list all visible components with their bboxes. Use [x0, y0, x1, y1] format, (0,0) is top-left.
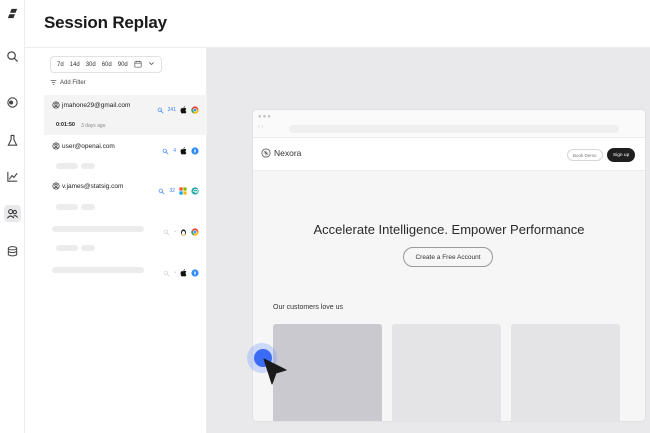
- session-meta: 241: [157, 101, 199, 119]
- search-icon[interactable]: [4, 48, 21, 65]
- session-row[interactable]: v.james@statsig.com 32: [44, 177, 207, 217]
- replay-browser-frame: ●●● ‹ › Nexora Book Demo Sign up Acceler…: [253, 110, 645, 421]
- click-events-icon: [162, 148, 169, 155]
- page-title: Session Replay: [44, 13, 167, 32]
- placeholder-bar: [56, 163, 78, 169]
- safari-icon: [191, 142, 199, 160]
- date-option-7d[interactable]: 7d: [54, 62, 67, 68]
- click-events-icon: [157, 107, 164, 114]
- database-icon[interactable]: [4, 243, 21, 260]
- session-list-panel: 7d 14d 30d 60d 90d Add Filter jmahone29@…: [44, 48, 207, 433]
- add-filter-button[interactable]: Add Filter: [50, 79, 86, 86]
- chrome-icon: [191, 223, 199, 241]
- user-icon: [52, 142, 60, 150]
- site-brand: Nexora: [261, 148, 301, 158]
- customer-card: [392, 324, 501, 421]
- placeholder-bar: [81, 245, 95, 251]
- linux-icon: [180, 223, 187, 241]
- click-events-icon: [163, 229, 170, 236]
- date-range-selector: 7d 14d 30d 60d 90d: [50, 56, 162, 73]
- date-option-60d[interactable]: 60d: [99, 62, 115, 68]
- url-bar: [289, 125, 619, 133]
- session-user: v.james@statsig.com: [52, 182, 123, 190]
- placeholder-bar: [56, 204, 78, 210]
- windows-icon: [179, 182, 187, 200]
- session-meta: 4: [162, 142, 199, 160]
- placeholder-bar: [52, 226, 144, 232]
- session-user-email: jmahone29@gmail.com: [62, 101, 131, 109]
- flask-icon[interactable]: [4, 132, 21, 149]
- date-option-30d[interactable]: 30d: [83, 62, 99, 68]
- event-count: 32: [169, 188, 175, 194]
- session-user-email: user@openai.com: [62, 142, 115, 150]
- session-row[interactable]: user@openai.com 4: [44, 136, 207, 176]
- edge-icon: [191, 182, 199, 200]
- chart-icon[interactable]: [4, 168, 21, 185]
- date-option-90d[interactable]: 90d: [115, 62, 131, 68]
- chrome-icon: [191, 101, 199, 119]
- placeholder-bar: [52, 267, 144, 273]
- page-header: Session Replay: [25, 0, 650, 48]
- filter-icon: [50, 80, 57, 85]
- sign-up-button[interactable]: Sign up: [607, 148, 636, 162]
- app: Session Replay 7d 14d 30d 60d 90d Add Fi…: [0, 0, 650, 433]
- create-account-button[interactable]: Create a Free Account: [403, 247, 493, 267]
- apple-icon: [180, 142, 187, 160]
- toggle-icon[interactable]: [4, 94, 21, 111]
- cursor-icon: [263, 358, 287, 385]
- session-user: user@openai.com: [52, 142, 115, 150]
- hero-heading: Accelerate Intelligence. Empower Perform…: [313, 222, 585, 237]
- book-demo-button[interactable]: Book Demo: [567, 149, 603, 161]
- calendar-icon[interactable]: [131, 60, 145, 70]
- user-icon: [52, 182, 60, 190]
- site-navbar: Nexora Book Demo Sign up: [253, 138, 645, 171]
- customers-heading: Our customers love us: [273, 304, 344, 311]
- session-meta: 32: [158, 182, 199, 200]
- user-icon: [52, 101, 60, 109]
- customer-card: [273, 324, 382, 421]
- logo-icon[interactable]: [4, 5, 21, 22]
- add-filter-label: Add Filter: [60, 79, 86, 86]
- event-count: 241: [167, 107, 176, 113]
- browser-nav-arrows: ‹ ›: [258, 124, 264, 130]
- placeholder-bar: [56, 245, 78, 251]
- brand-logo-icon: [261, 148, 271, 158]
- click-events-icon: [163, 270, 170, 277]
- chevron-down-icon[interactable]: [145, 60, 158, 69]
- safari-icon: [191, 264, 199, 282]
- session-row[interactable]: jmahone29@gmail.com 241 0:01:50 3 days a…: [44, 95, 207, 135]
- placeholder-bar: [81, 163, 95, 169]
- left-nav-rail: [0, 0, 25, 433]
- session-row-loading[interactable]: •: [44, 259, 207, 279]
- session-meta: •: [163, 264, 199, 282]
- apple-icon: [180, 264, 187, 282]
- window-controls: ●●●: [258, 114, 272, 120]
- session-duration: 0:01:50: [56, 122, 75, 128]
- customer-card: [511, 324, 620, 421]
- click-events-icon: [159, 188, 165, 195]
- browser-chrome: ●●● ‹ ›: [253, 110, 645, 138]
- session-meta: •: [163, 223, 199, 241]
- session-time-ago: 3 days ago: [81, 123, 106, 129]
- date-option-14d[interactable]: 14d: [67, 62, 83, 68]
- apple-icon: [180, 101, 187, 119]
- brand-name: Nexora: [274, 148, 302, 158]
- users-icon[interactable]: [4, 205, 21, 222]
- event-count: 4: [173, 148, 176, 154]
- session-user-email: v.james@statsig.com: [62, 182, 124, 190]
- placeholder-bar: [81, 204, 95, 210]
- session-user: jmahone29@gmail.com: [52, 101, 130, 109]
- session-row-loading[interactable]: •: [44, 218, 207, 258]
